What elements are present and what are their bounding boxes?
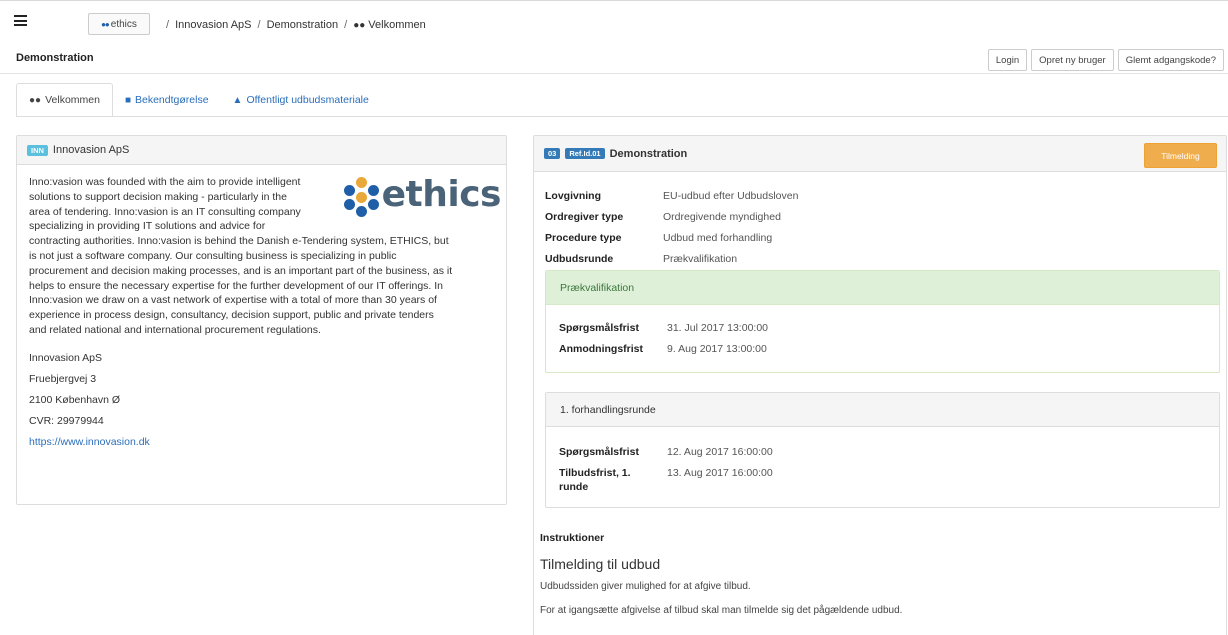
users-icon: ●● xyxy=(29,94,42,106)
breadcrumb-item-current: Velkommen xyxy=(368,19,426,31)
newspaper-icon: ■ xyxy=(124,94,131,106)
ethics-logo-icon xyxy=(339,175,380,217)
instructions-label: Instruktioner xyxy=(540,532,605,544)
login-button[interactable]: Login xyxy=(987,49,1028,71)
company-name: Innovasion ApS xyxy=(52,144,130,156)
hamburger-menu-icon[interactable] xyxy=(14,15,27,26)
prequalification-heading: Prækvalifikation xyxy=(546,271,1219,305)
deadline-value: 13. Aug 2017 16:00:00 xyxy=(667,467,773,479)
tabs-divider xyxy=(16,116,1228,117)
breadcrumb-separator: / xyxy=(166,19,170,31)
ethics-logo-icon: ●● xyxy=(101,19,110,29)
tab-public-material[interactable]: ▲ Offentligt udbudsmateriale xyxy=(221,83,381,117)
company-website-link[interactable]: https://www.innovasion.dk xyxy=(29,436,150,448)
breadcrumb-home-logo[interactable]: ●● ethics xyxy=(88,13,150,35)
fact-value: Ordregivende myndighed xyxy=(663,211,781,223)
company-panel: INN Innovasion ApS ethics Inno:vasion wa… xyxy=(16,135,507,505)
about-line: Inno:vasion we draw on a vast network of… xyxy=(29,294,437,307)
breadcrumb-logo-text: ethics xyxy=(110,18,137,30)
tab-welcome[interactable]: ●● Velkommen xyxy=(16,83,113,117)
fact-key: Lovgivning xyxy=(545,190,601,202)
breadcrumb-separator: / xyxy=(257,19,261,31)
tab-bar: ●● Velkommen ■ Bekendtgørelse ▲ Offentli… xyxy=(16,83,381,117)
address-cvr: CVR: 29979944 xyxy=(29,414,104,427)
ethics-logo: ethics xyxy=(339,173,502,217)
deadline-value: 31. Jul 2017 13:00:00 xyxy=(667,322,769,334)
address-city: 2100 København Ø xyxy=(29,393,121,406)
instructions-text: For at igangsætte afgivelse af tilbud sk… xyxy=(540,605,903,616)
address-company: Innovasion ApS xyxy=(29,351,102,364)
company-body: ethics Inno:vasion was founded with the … xyxy=(17,165,506,463)
breadcrumb-item-company[interactable]: Innovasion ApS xyxy=(175,19,251,31)
about-line: helps to ensure the necessary expertise … xyxy=(29,279,444,292)
page-title: Demonstration xyxy=(16,52,94,64)
tab-label: Bekendtgørelse xyxy=(135,94,209,106)
deadline-value: 9. Aug 2017 13:00:00 xyxy=(667,343,767,355)
about-line: contracting authorities. Inno:vasion is … xyxy=(29,235,449,248)
ethics-logo-text: ethics xyxy=(381,173,502,215)
about-line: is not just a software company. Our cons… xyxy=(29,249,397,262)
instructions-title: Tilmelding til udbud xyxy=(540,556,661,572)
negotiation-round-heading: 1. forhandlingsrunde xyxy=(546,393,1219,427)
tender-number-badge: 03 xyxy=(544,148,561,159)
register-button[interactable]: Opret ny bruger xyxy=(1031,49,1114,71)
tender-ref-badge: Ref.Id.01 xyxy=(565,148,605,159)
about-line: specializing in providing IT solutions a… xyxy=(29,220,266,233)
deadline-key: Spørgsmålsfrist xyxy=(559,322,639,334)
top-bar: ●● ethics / Innovasion ApS / Demonstrati… xyxy=(0,0,1228,40)
company-address: Innovasion ApS Fruebjergvej 3 2100 Køben… xyxy=(29,348,494,453)
prequalification-panel: Prækvalifikation Spørgsmålsfrist 31. Jul… xyxy=(545,270,1220,373)
company-badge: INN xyxy=(27,144,48,156)
tender-title: Demonstration xyxy=(609,147,688,160)
fact-value: Udbud med forhandling xyxy=(663,232,773,244)
fact-key: Procedure type xyxy=(545,232,622,244)
users-icon: ●● xyxy=(353,19,366,31)
auth-buttons: Login Opret ny bruger Glemt adgangskode? xyxy=(987,49,1224,71)
tab-label: Offentligt udbudsmateriale xyxy=(246,94,369,106)
signup-button[interactable]: Tilmelding xyxy=(1144,143,1217,168)
fact-key: Udbudsrunde xyxy=(545,253,614,265)
about-line: experience in process design, consultanc… xyxy=(29,309,434,322)
fact-key: Ordregiver type xyxy=(545,211,624,223)
instructions-text: Udbudssiden giver mulighed for at afgive… xyxy=(540,581,751,592)
breadcrumb-item-tender[interactable]: Demonstration xyxy=(267,19,339,31)
deadline-key: runde xyxy=(559,481,589,493)
about-line: and related national and international p… xyxy=(29,323,321,336)
company-panel-heading: INN Innovasion ApS xyxy=(17,136,506,165)
header-divider xyxy=(0,73,1228,74)
deadline-value: 12. Aug 2017 16:00:00 xyxy=(667,446,773,458)
breadcrumb: / Innovasion ApS / Demonstration / ●● Ve… xyxy=(160,19,426,31)
tender-panel-heading: 03 Ref.Id.01 Demonstration Tilmelding xyxy=(534,136,1226,172)
breadcrumb-separator: / xyxy=(344,19,348,31)
forgot-password-button[interactable]: Glemt adgangskode? xyxy=(1117,49,1224,71)
tab-announcement[interactable]: ■ Bekendtgørelse xyxy=(113,83,221,117)
address-street: Fruebjergvej 3 xyxy=(29,372,97,385)
folder-open-icon: ▲ xyxy=(232,94,243,106)
deadline-key: Tilbudsfrist, 1. xyxy=(559,467,631,479)
deadline-key: Spørgsmålsfrist xyxy=(559,446,639,458)
about-line: procurement and decision making processe… xyxy=(29,264,453,277)
deadline-key: Anmodningsfrist xyxy=(559,343,643,355)
fact-value: EU-udbud efter Udbudsloven xyxy=(663,190,799,202)
negotiation-round-panel: 1. forhandlingsrunde Spørgsmålsfrist 12.… xyxy=(545,392,1220,508)
tab-label: Velkommen xyxy=(45,94,100,106)
fact-value: Prækvalifikation xyxy=(663,253,738,265)
